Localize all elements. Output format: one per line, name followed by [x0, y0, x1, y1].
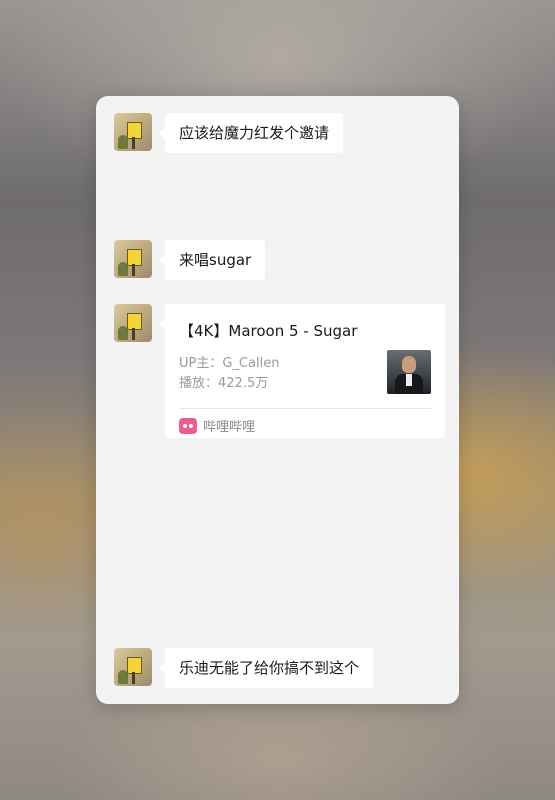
- avatar-pole-shape: [132, 264, 135, 276]
- shared-video-card[interactable]: 【4K】Maroon 5 - Sugar UP主：G_Callen 播放：422…: [159, 304, 445, 438]
- chat-message: 应该给魔力红发个邀请: [114, 113, 344, 153]
- avatar[interactable]: [114, 113, 152, 151]
- bilibili-icon: [179, 417, 197, 434]
- avatar[interactable]: [114, 648, 152, 686]
- avatar-pole-shape: [132, 672, 135, 684]
- video-thumbnail: [387, 350, 431, 394]
- share-divider: [179, 408, 431, 409]
- avatar-pole-shape: [132, 137, 135, 149]
- thumbnail-shirt-shape: [406, 374, 412, 386]
- share-title: 【4K】Maroon 5 - Sugar: [179, 322, 358, 340]
- share-source: 哔哩哔哩: [179, 416, 255, 435]
- message-bubble[interactable]: 应该给魔力红发个邀请: [158, 113, 344, 153]
- share-source-label: 哔哩哔哩: [203, 420, 256, 435]
- message-bubble[interactable]: 来唱sugar: [158, 240, 266, 280]
- chat-message: 【4K】Maroon 5 - Sugar UP主：G_Callen 播放：422…: [114, 304, 445, 438]
- avatar[interactable]: [114, 304, 152, 342]
- chat-card: 应该给魔力红发个邀请 来唱sugar 【4K】Maroon 5 - Sugar …: [96, 96, 459, 704]
- chat-message: 来唱sugar: [114, 240, 266, 280]
- share-uploader: UP主：G_Callen: [179, 356, 280, 371]
- avatar[interactable]: [114, 240, 152, 278]
- chat-message: 乐迪无能了给你搞不到这个: [114, 648, 374, 688]
- avatar-pole-shape: [132, 328, 135, 340]
- thumbnail-face-shape: [402, 356, 416, 373]
- message-bubble[interactable]: 乐迪无能了给你搞不到这个: [158, 648, 374, 688]
- share-play-count: 播放：422.5万: [179, 376, 269, 391]
